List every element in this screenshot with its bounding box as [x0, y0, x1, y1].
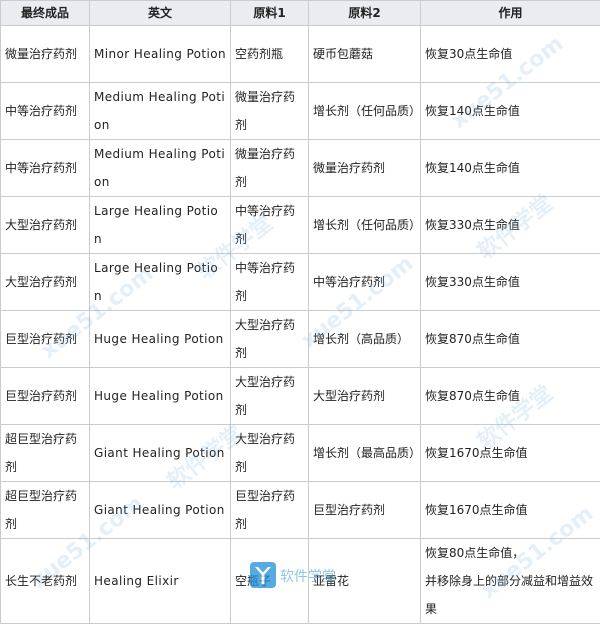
cell-english: Giant Healing Potion: [90, 482, 231, 539]
header-english: 英文: [90, 1, 231, 26]
table-row: 超巨型治疗药剂Giant Healing Potion大型治疗药剂增长剂（最高品…: [1, 425, 600, 482]
cell-effect: 恢复330点生命值: [421, 254, 600, 311]
cell-product: 大型治疗药剂: [1, 254, 90, 311]
table-row: 超巨型治疗药剂Giant Healing Potion巨型治疗药剂巨型治疗药剂恢…: [1, 482, 600, 539]
table-row: 中等治疗药剂Medium Healing Potion微量治疗药剂增长剂（任何品…: [1, 83, 600, 140]
table-row: 微量治疗药剂Minor Healing Potion空药剂瓶硬币包蘑菇恢复30点…: [1, 26, 600, 83]
cell-material1: 微量治疗药剂: [231, 140, 309, 197]
header-material1: 原料1: [231, 1, 309, 26]
cell-material2: 微量治疗药剂: [309, 140, 421, 197]
effect-line: 恢复140点生命值: [425, 97, 596, 125]
cell-effect: 恢复140点生命值: [421, 83, 600, 140]
cell-material2: 巨型治疗药剂: [309, 482, 421, 539]
cell-english: Giant Healing Potion: [90, 425, 231, 482]
effect-line: 恢复140点生命值: [425, 154, 596, 182]
effect-line: 并移除身上的部分减益和增益效果: [425, 567, 596, 623]
potion-recipe-table: 最终成品 英文 原料1 原料2 作用 微量治疗药剂Minor Healing P…: [0, 0, 600, 624]
cell-material2: 大型治疗药剂: [309, 368, 421, 425]
table-row: 巨型治疗药剂Huge Healing Potion大型治疗药剂增长剂（高品质）恢…: [1, 311, 600, 368]
header-product: 最终成品: [1, 1, 90, 26]
cell-english: Medium Healing Potion: [90, 83, 231, 140]
effect-line: 恢复330点生命值: [425, 268, 596, 296]
header-row: 最终成品 英文 原料1 原料2 作用: [1, 1, 600, 26]
header-material2: 原料2: [309, 1, 421, 26]
cell-product: 大型治疗药剂: [1, 197, 90, 254]
cell-material2: 硬币包蘑菇: [309, 26, 421, 83]
cell-material1: 大型治疗药剂: [231, 368, 309, 425]
cell-english: Medium Healing Potion: [90, 140, 231, 197]
effect-line: 恢复1670点生命值: [425, 496, 596, 524]
effect-line: 恢复330点生命值: [425, 211, 596, 239]
cell-product: 中等治疗药剂: [1, 83, 90, 140]
cell-material1: 微量治疗药剂: [231, 83, 309, 140]
table-row: 巨型治疗药剂Huge Healing Potion大型治疗药剂大型治疗药剂恢复8…: [1, 368, 600, 425]
cell-effect: 恢复870点生命值: [421, 311, 600, 368]
cell-effect: 恢复330点生命值: [421, 197, 600, 254]
cell-material1: 巨型治疗药剂: [231, 482, 309, 539]
cell-material2: 增长剂（任何品质）: [309, 197, 421, 254]
cell-material2: 亚雷花: [309, 539, 421, 624]
cell-product: 长生不老药剂: [1, 539, 90, 624]
cell-material1: 空瓶子: [231, 539, 309, 624]
cell-product: 超巨型治疗药剂: [1, 425, 90, 482]
cell-product: 中等治疗药剂: [1, 140, 90, 197]
cell-effect: 恢复140点生命值: [421, 140, 600, 197]
effect-line: 恢复80点生命值，: [425, 539, 596, 567]
cell-effect: 恢复80点生命值，并移除身上的部分减益和增益效果: [421, 539, 600, 624]
cell-english: Huge Healing Potion: [90, 311, 231, 368]
cell-effect: 恢复30点生命值: [421, 26, 600, 83]
cell-material1: 中等治疗药剂: [231, 197, 309, 254]
cell-effect: 恢复870点生命值: [421, 368, 600, 425]
cell-material2: 增长剂（任何品质）: [309, 83, 421, 140]
cell-effect: 恢复1670点生命值: [421, 482, 600, 539]
cell-english: Large Healing Potion: [90, 197, 231, 254]
effect-line: 恢复870点生命值: [425, 325, 596, 353]
table-row: 中等治疗药剂Medium Healing Potion微量治疗药剂微量治疗药剂恢…: [1, 140, 600, 197]
effect-line: 恢复30点生命值: [425, 40, 596, 68]
table-row: 长生不老药剂Healing Elixir空瓶子亚雷花恢复80点生命值，并移除身上…: [1, 539, 600, 624]
cell-material2: 增长剂（最高品质）: [309, 425, 421, 482]
cell-product: 巨型治疗药剂: [1, 368, 90, 425]
table-header: 最终成品 英文 原料1 原料2 作用: [1, 1, 600, 26]
cell-material1: 大型治疗药剂: [231, 311, 309, 368]
cell-effect: 恢复1670点生命值: [421, 425, 600, 482]
effect-line: 恢复1670点生命值: [425, 439, 596, 467]
cell-product: 微量治疗药剂: [1, 26, 90, 83]
cell-material2: 中等治疗药剂: [309, 254, 421, 311]
table-row: 大型治疗药剂Large Healing Potion中等治疗药剂中等治疗药剂恢复…: [1, 254, 600, 311]
cell-english: Huge Healing Potion: [90, 368, 231, 425]
cell-material1: 中等治疗药剂: [231, 254, 309, 311]
cell-english: Minor Healing Potion: [90, 26, 231, 83]
cell-product: 超巨型治疗药剂: [1, 482, 90, 539]
cell-material1: 大型治疗药剂: [231, 425, 309, 482]
table-row: 大型治疗药剂Large Healing Potion中等治疗药剂增长剂（任何品质…: [1, 197, 600, 254]
cell-material1: 空药剂瓶: [231, 26, 309, 83]
header-effect: 作用: [421, 1, 600, 26]
effect-line: 恢复870点生命值: [425, 382, 596, 410]
cell-english: Large Healing Potion: [90, 254, 231, 311]
cell-english: Healing Elixir: [90, 539, 231, 624]
cell-product: 巨型治疗药剂: [1, 311, 90, 368]
cell-material2: 增长剂（高品质）: [309, 311, 421, 368]
table-body: 微量治疗药剂Minor Healing Potion空药剂瓶硬币包蘑菇恢复30点…: [1, 26, 600, 624]
